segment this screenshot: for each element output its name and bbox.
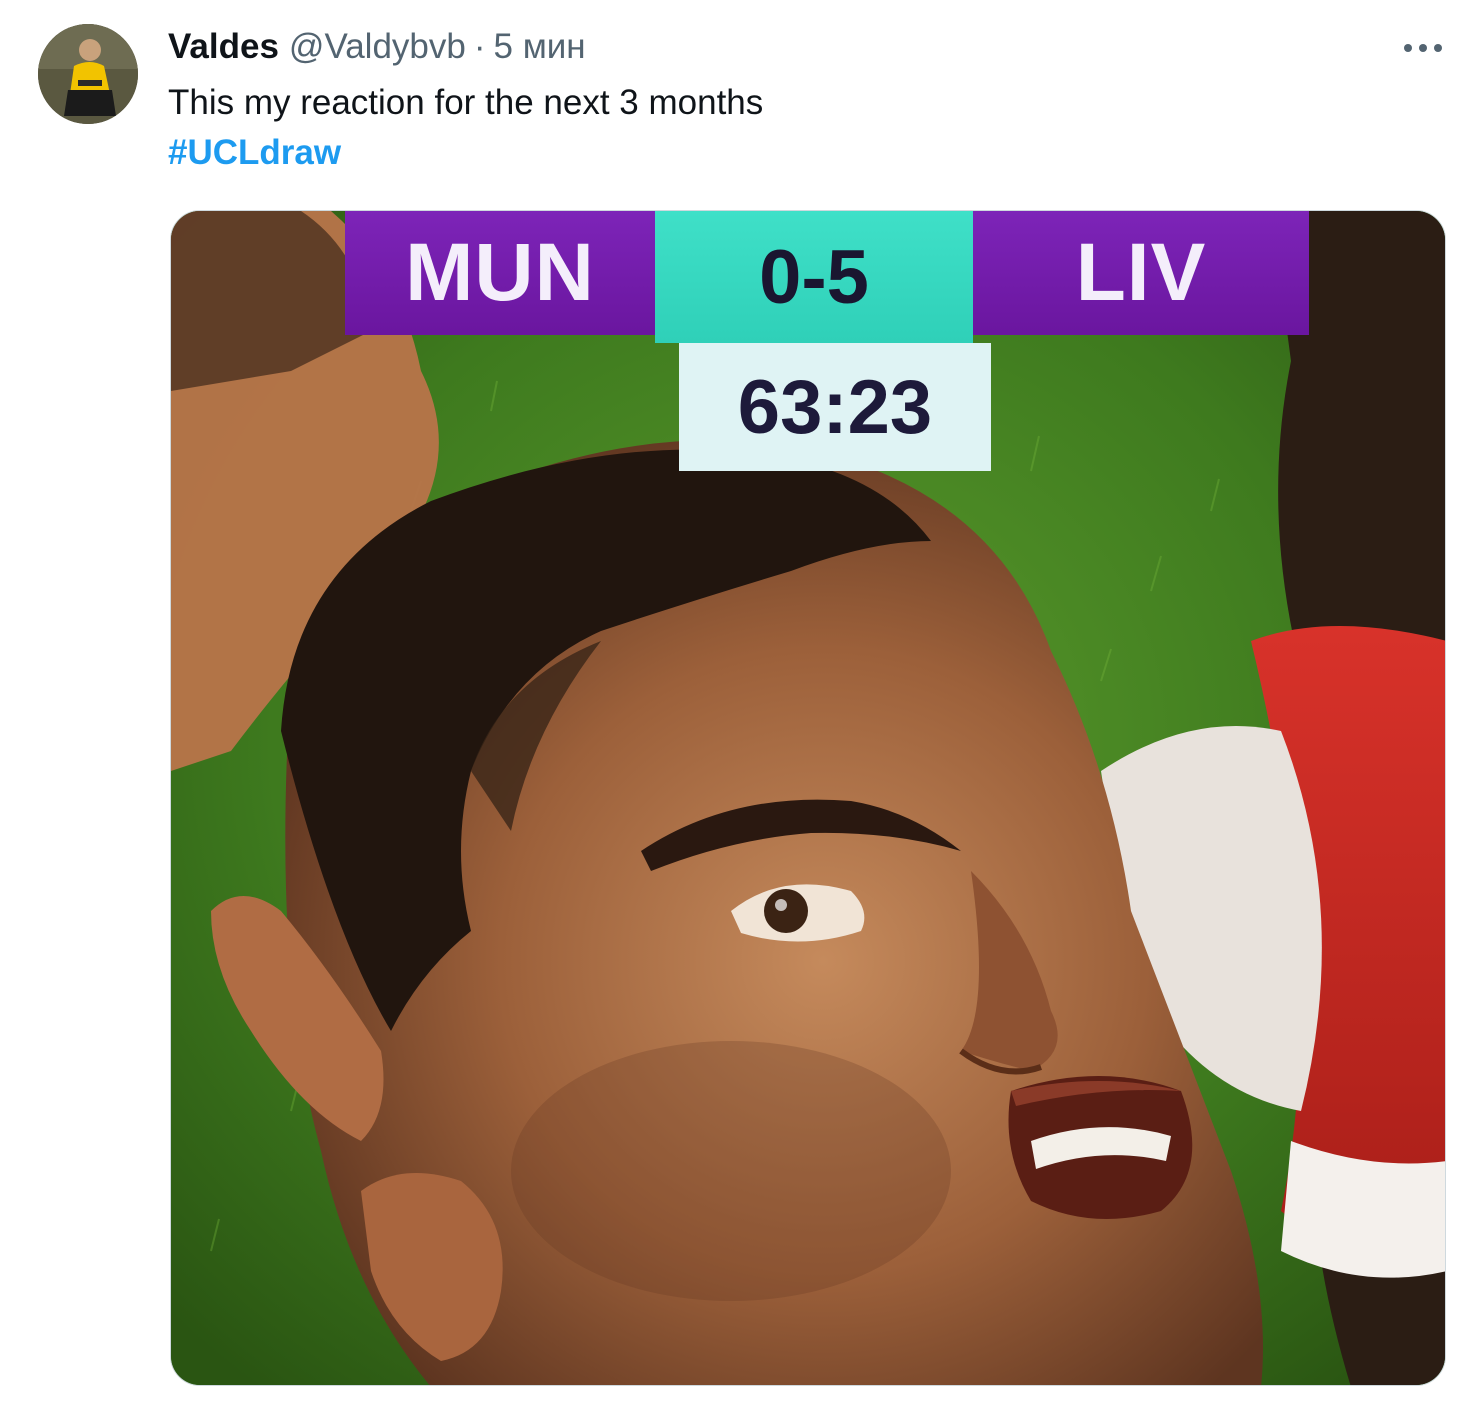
tweet-header: Valdes @Valdybvb · 5 мин (168, 24, 586, 70)
more-horizontal-icon (1404, 44, 1442, 52)
scoreboard-away-team: LIV (973, 211, 1309, 335)
tweet-timestamp[interactable]: 5 мин (494, 27, 586, 67)
avatar-image (38, 24, 138, 124)
more-options-button[interactable] (1398, 30, 1448, 66)
scoreboard-home-team: MUN (345, 211, 655, 335)
author-display-name[interactable]: Valdes (168, 27, 279, 67)
author-handle[interactable]: @Valdybvb (289, 27, 466, 67)
author-avatar[interactable] (38, 24, 138, 124)
header-separator: · (473, 27, 486, 66)
scoreboard-overlay: MUN 0-5 LIV 63:23 (345, 211, 1309, 473)
scoreboard-score: 0-5 (655, 211, 973, 343)
hashtag-link[interactable]: #UCLdraw (168, 130, 341, 176)
tweet-media-image[interactable]: MUN 0-5 LIV 63:23 (170, 210, 1446, 1386)
scoreboard-match-clock: 63:23 (679, 343, 991, 471)
tweet-text: This my reaction for the next 3 months (168, 83, 764, 122)
